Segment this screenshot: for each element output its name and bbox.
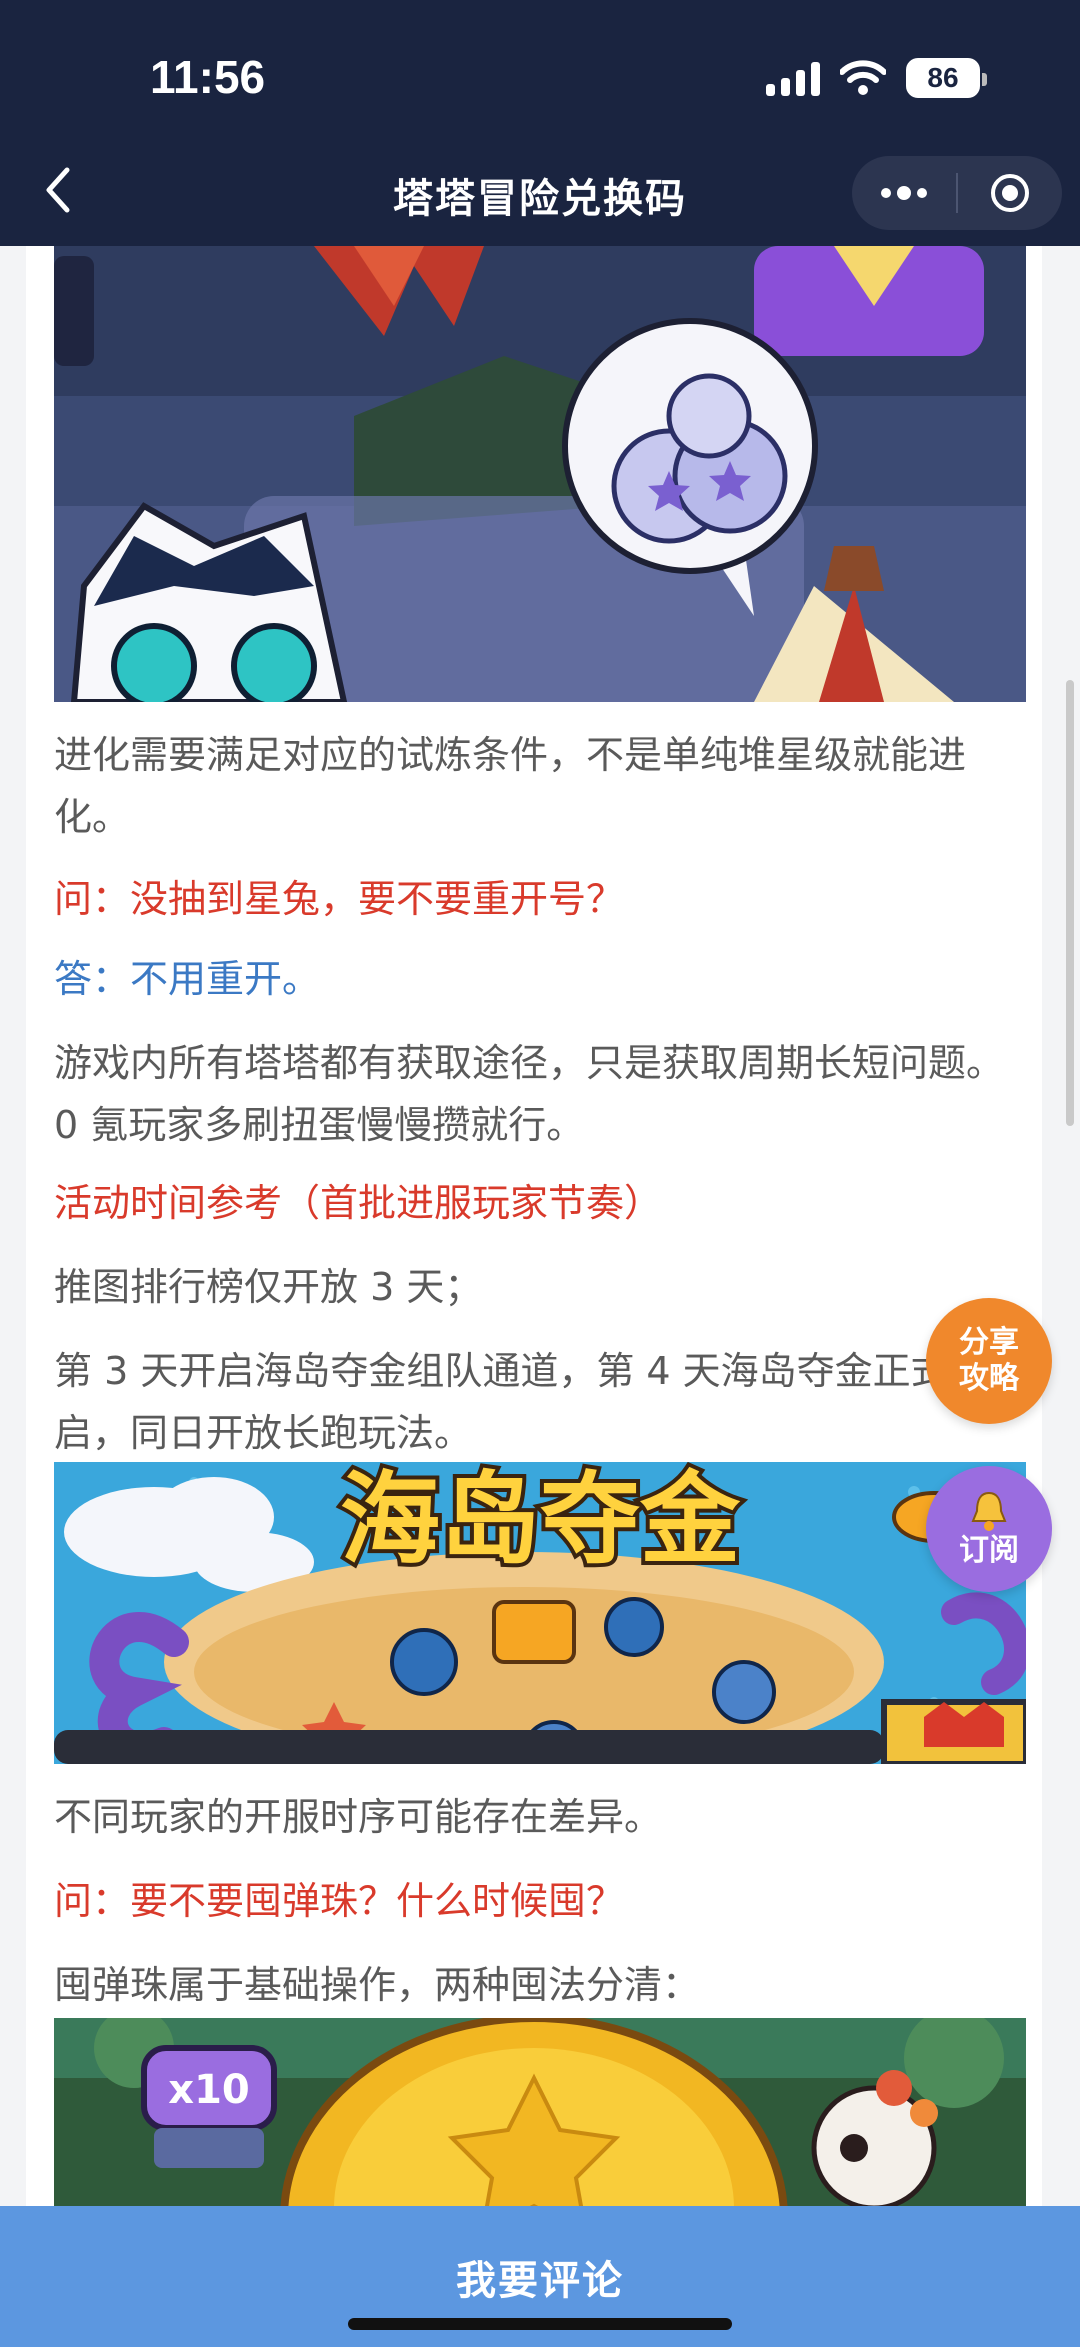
bell-icon	[971, 1491, 1007, 1531]
home-indicator	[348, 2318, 732, 2330]
article-image-island-banner[interactable]: 海岛夺金	[54, 1462, 1026, 1764]
paragraph-leaderboard: 推图排行榜仅开放 3 天；	[54, 1265, 483, 1309]
question-hoard-marbles: 问：要不要囤弹珠？什么时候囤？	[54, 1879, 625, 1923]
battery-icon: 86	[906, 58, 987, 98]
island-banner-illustration: 海岛夺金	[54, 1462, 1026, 1764]
coin-scene-illustration: x10	[54, 2018, 1026, 2206]
top-bar: 11:56 86 塔塔冒险兑换码	[0, 0, 1080, 246]
share-guide-label: 分享攻略	[959, 1325, 1019, 1396]
battery-level: 86	[927, 62, 959, 93]
target-circle-icon	[991, 174, 1029, 212]
close-mini-program-button[interactable]	[958, 156, 1062, 230]
comment-bar[interactable]: 我要评论	[0, 2206, 1080, 2347]
article-image-game-scene[interactable]	[54, 246, 1026, 702]
subscribe-label: 订阅	[959, 1533, 1019, 1568]
cellular-signal-icon	[766, 60, 820, 96]
multiplier-badge-text: x10	[168, 2067, 249, 2113]
article-image-coin-scene[interactable]: x10	[54, 2018, 1026, 2206]
paragraph-island-event: 第 3 天开启海岛夺金组队通道，第 4 天海岛夺金正式开启，同日开放长跑玩法。	[54, 1349, 987, 1455]
wifi-icon	[840, 60, 886, 95]
subscribe-button[interactable]: 订阅	[926, 1466, 1052, 1592]
paragraph-hoard-methods: 囤弹珠属于基础操作，两种囤法分清：	[54, 1963, 701, 2007]
scrollbar[interactable]	[1066, 680, 1074, 1126]
status-time: 11:56	[150, 51, 266, 103]
game-scene-illustration	[54, 246, 1026, 702]
section-heading-event-time: 活动时间参考（首批进服玩家节奏）	[54, 1181, 663, 1225]
banner-title-text: 海岛夺金	[340, 1462, 741, 1578]
more-dots-icon	[881, 186, 927, 200]
more-button[interactable]	[852, 156, 956, 230]
status-icons: 86	[766, 56, 987, 100]
paragraph-server-timing: 不同玩家的开服时序可能存在差异。	[54, 1795, 663, 1839]
share-guide-button[interactable]: 分享攻略	[926, 1298, 1052, 1424]
mini-program-capsule	[852, 156, 1062, 230]
paragraph-acquisition: 游戏内所有塔塔都有获取途径，只是获取周期长短问题。0 氪玩家多刷扭蛋慢慢攒就行。	[54, 1041, 1005, 1147]
answer-no-restart: 答：不用重开。	[54, 957, 321, 1001]
comment-button-label: 我要评论	[456, 2258, 624, 2304]
question-star-rabbit: 问：没抽到星兔，要不要重开号？	[54, 877, 625, 921]
paragraph-evolution: 进化需要满足对应的试炼条件，不是单纯堆星级就能进化。	[54, 733, 967, 839]
